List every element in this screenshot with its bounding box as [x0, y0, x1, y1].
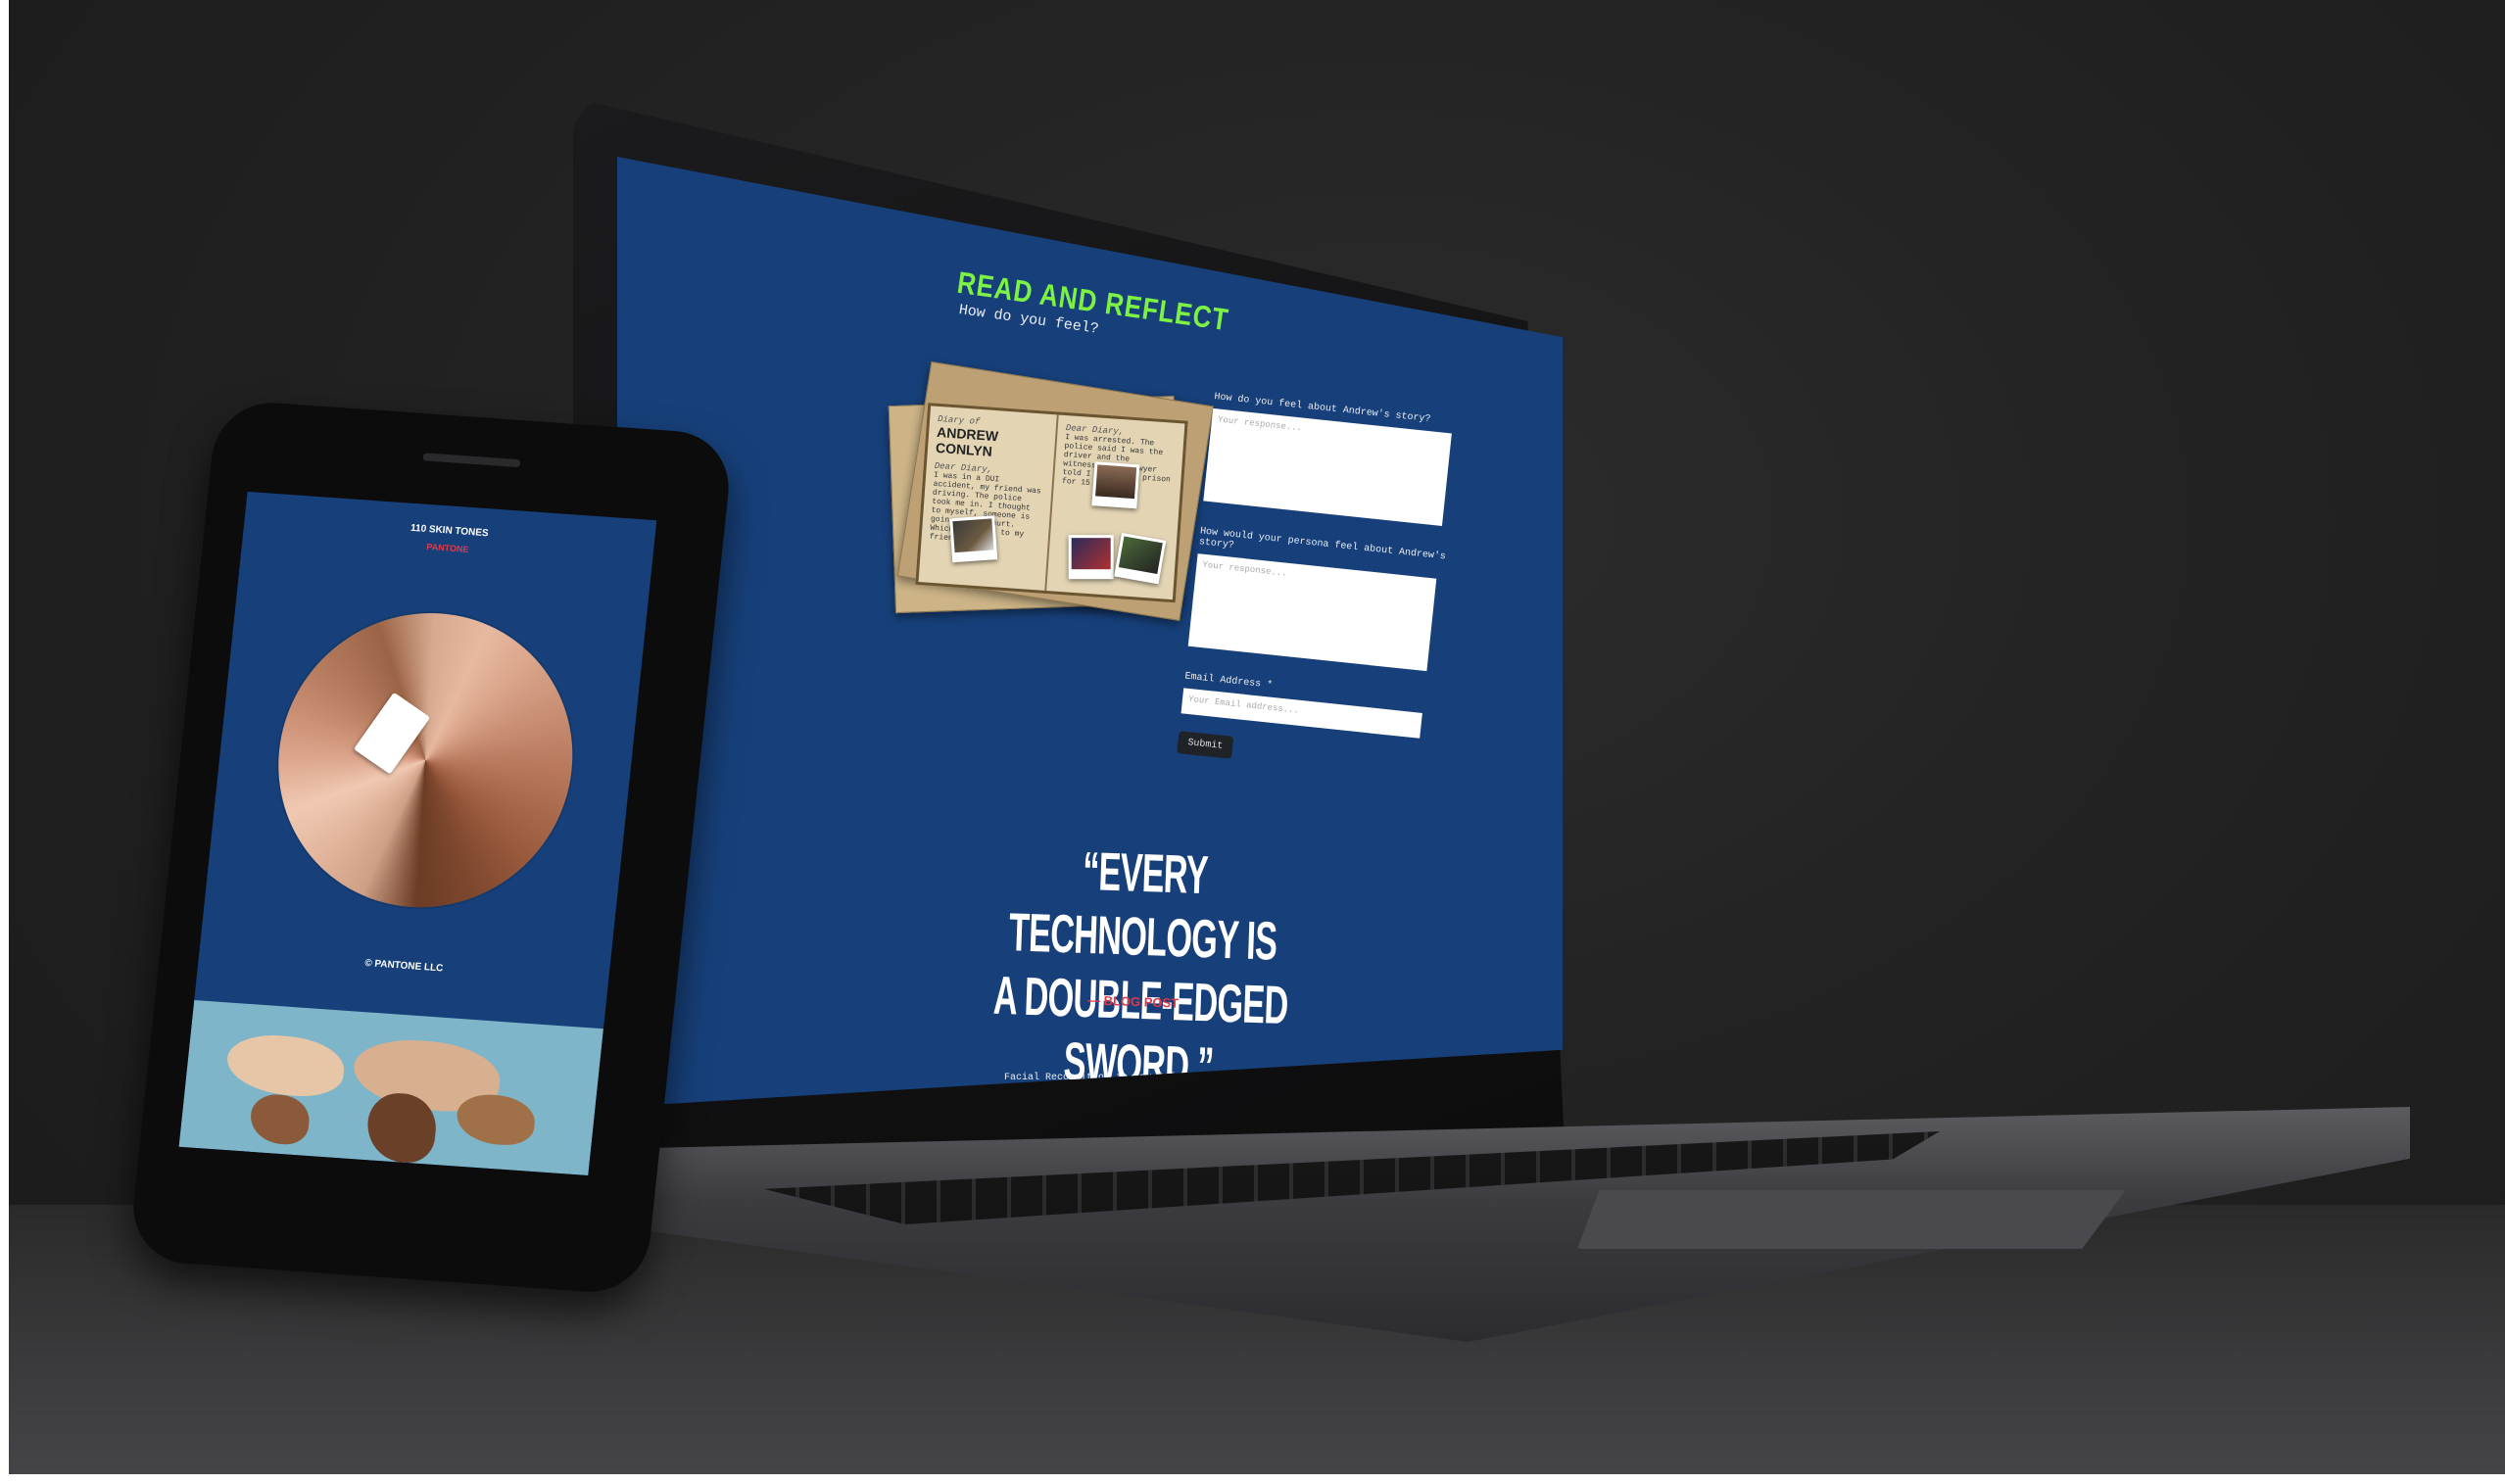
- submit-button[interactable]: Submit: [1177, 731, 1234, 759]
- phone-speaker: [422, 453, 521, 468]
- continent-shape: [454, 1092, 538, 1147]
- smartphone: 110 SKIN TONES PANTONE © PANTONE LLC: [127, 399, 735, 1296]
- polaroid-photo: [1114, 533, 1167, 585]
- reflection-form: How do you feel about Andrew's story? Yo…: [1177, 392, 1468, 780]
- copyright-text: © PANTONE LLC: [363, 957, 444, 975]
- question-1-textarea[interactable]: Your response...: [1203, 407, 1452, 526]
- continent-shape: [223, 1031, 348, 1099]
- quote-line-1: “EVERY TECHNOLOGY IS: [1007, 841, 1278, 973]
- polaroid-photo: [949, 515, 998, 563]
- diary-book: Diary of ANDREW CONLYN Dear Diary, I was…: [915, 403, 1188, 603]
- question-2-textarea[interactable]: Your response...: [1187, 553, 1437, 672]
- quote: “EVERY TECHNOLOGY IS A DOUBLE-EDGED SWOR…: [977, 837, 1306, 1102]
- continent-shape: [248, 1092, 313, 1146]
- polaroid-photo: [1068, 535, 1114, 580]
- diary-right-page: Dear Diary, I was arrested. The police s…: [1044, 414, 1185, 600]
- laptop-trackpad: [1577, 1190, 2126, 1249]
- image-border: [0, 1474, 2505, 1484]
- skin-tone-fan-image: [264, 602, 588, 918]
- world-map-image: [178, 999, 603, 1176]
- mugshot-photo: [1091, 461, 1140, 509]
- diary-name: ANDREW CONLYN: [935, 423, 999, 459]
- phone-screen: 110 SKIN TONES PANTONE © PANTONE LLC: [178, 491, 657, 1176]
- diary-left-page: Diary of ANDREW CONLYN Dear Diary, I was…: [919, 406, 1057, 591]
- quote-attribution-link[interactable]: — BLOG POST: [1087, 992, 1180, 1010]
- diary-illustration: Diary of ANDREW CONLYN Dear Diary, I was…: [888, 360, 1214, 637]
- image-border: [0, 0, 9, 1484]
